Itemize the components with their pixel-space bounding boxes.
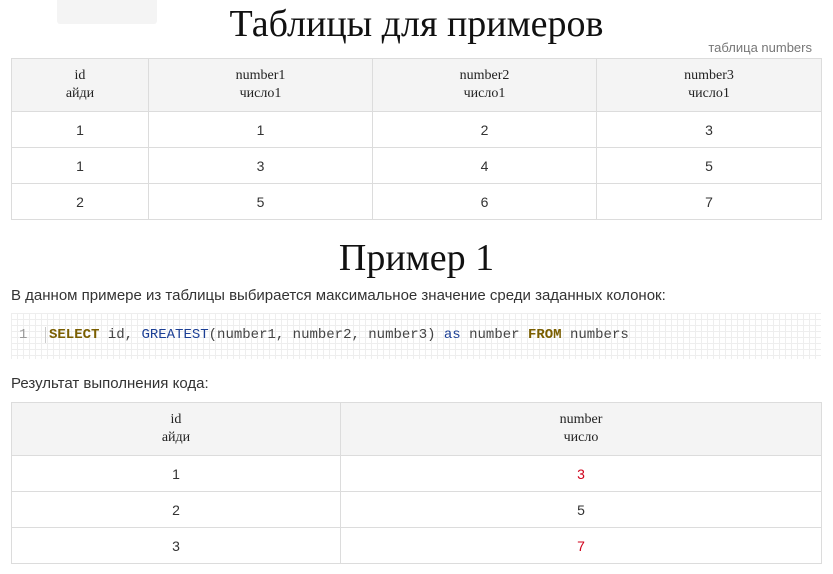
table-row: 1 1 2 3	[11, 111, 822, 148]
table-cell: 1	[148, 111, 373, 148]
header-sub: число1	[239, 86, 282, 101]
header-number: number число	[340, 402, 822, 456]
header-sub: айди	[161, 430, 191, 445]
code-text: id,	[99, 327, 142, 343]
table-cell: 3	[148, 147, 373, 184]
table-cell: 2	[372, 111, 597, 148]
code-text: (number1, number2, number3)	[208, 327, 444, 343]
code-text: numbers	[561, 327, 629, 343]
header-name: number3	[684, 68, 734, 83]
code-line: SELECT id, GREATEST(number1, number2, nu…	[49, 327, 629, 343]
table-cell: 3	[11, 527, 341, 564]
result-label: Результат выполнения кода:	[11, 375, 209, 392]
table-row: 3 7	[11, 527, 822, 564]
table-cell-highlighted: 7	[340, 527, 822, 564]
code-block[interactable]: 1 SELECT id, GREATEST(number1, number2, …	[11, 313, 821, 359]
header-sub: число1	[688, 86, 730, 101]
table-cell: 6	[372, 183, 597, 220]
table-cell: 1	[11, 455, 341, 492]
example-description: В данном примере из таблицы выбирается м…	[11, 287, 666, 304]
header-number3: number3 число1	[596, 58, 822, 112]
code-text: number	[460, 327, 528, 343]
table-row: 1 3	[11, 455, 822, 492]
header-sub: число	[563, 430, 599, 445]
table-cell: 4	[372, 147, 597, 184]
header-name: id	[74, 68, 86, 83]
keyword-as: as	[443, 327, 461, 343]
header-name: number	[559, 412, 603, 427]
table-cell: 5	[148, 183, 373, 220]
header-name: id	[170, 412, 182, 427]
keyword-from: FROM	[527, 327, 562, 343]
header-name: number1	[235, 68, 286, 83]
table-cell: 2	[11, 491, 341, 528]
table-row: 2 5	[11, 491, 822, 528]
table-cell: 5	[340, 491, 822, 528]
table-cell: 7	[596, 183, 822, 220]
line-number: 1	[19, 327, 46, 343]
table-cell: 3	[596, 111, 822, 148]
header-name: number2	[459, 68, 510, 83]
header-sub: число1	[463, 86, 506, 101]
header-sub: айди	[65, 86, 95, 101]
table-row: 1 3 4 5	[11, 147, 822, 184]
table-caption: таблица numbers	[708, 40, 812, 55]
keyword-select: SELECT	[49, 327, 100, 343]
header-number2: number2 число1	[372, 58, 597, 112]
table-cell: 2	[11, 183, 149, 220]
table-cell: 1	[11, 111, 149, 148]
header-id: id айди	[11, 58, 149, 112]
table-row: 2 5 6 7	[11, 183, 822, 220]
table-cell: 1	[11, 147, 149, 184]
header-id: id айди	[11, 402, 341, 456]
header-number1: number1 число1	[148, 58, 373, 112]
table-header-row: id айди number1 число1 number2 число1 nu…	[11, 58, 822, 112]
table-cell: 5	[596, 147, 822, 184]
function-greatest: GREATEST	[141, 327, 209, 343]
table-cell-highlighted: 3	[340, 455, 822, 492]
table-header-row: id айди number число	[11, 402, 822, 456]
numbers-table: id айди number1 число1 number2 число1 nu…	[11, 58, 822, 220]
result-table: id айди number число 1 3 2 5 3 7	[11, 402, 822, 564]
example-title: Пример 1	[338, 237, 495, 279]
